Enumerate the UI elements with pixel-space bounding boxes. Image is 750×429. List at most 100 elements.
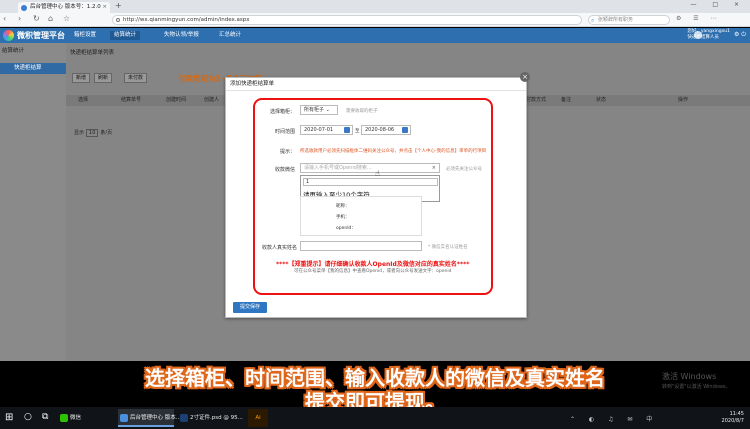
menu-settlement-stats[interactable]: 结算统计 [110, 31, 141, 40]
lock-icon [116, 18, 120, 22]
taskbar-item-illustrator[interactable]: Ai [248, 409, 268, 427]
column-header: 备注 [561, 97, 572, 103]
realname-label: 收款人真实姓名 [261, 245, 297, 251]
tab-close-icon[interactable]: × [102, 2, 107, 13]
column-header: 创建人 [204, 97, 220, 103]
payee-info-panel: 昵称： 手机： openId： [300, 196, 422, 236]
column-header: 选择 [78, 97, 89, 103]
start-date-value: 2020-07-01 [304, 127, 334, 133]
payee-label: 收款微信 [274, 167, 295, 173]
new-tab-button[interactable]: + [115, 1, 122, 10]
user-info: 您好，yangxingxu1 快递柜结算人员 [687, 29, 730, 41]
menu-summary-stats[interactable]: 汇总统计 [215, 31, 245, 40]
watermark-line-1: 激活 Windows [662, 372, 717, 381]
browser-tab-bar: 后台管理中心 版本号：1.2.0 × + — □ × [0, 0, 750, 13]
start-date-input[interactable]: 2020-07-01 [300, 125, 353, 135]
taskbar: ⊞ ○ ⧉ 微信 后台管理中心 版本... 2寸证件.psd @ 95... A… [0, 407, 750, 429]
browser-toolbar: ‹ › ↻ ⌂ ☆ http://wx.qianmingyun.com/admi… [0, 13, 750, 27]
cabinet-label: 选择箱柜： [269, 109, 295, 115]
taskbar-item-label: 后台管理中心 版本... [130, 415, 181, 421]
openid-hint: 可在公众号菜单【我的信息】中查看Openid，或者向公众号发送文字：openid [294, 269, 452, 274]
system-tray-icons[interactable]: ⌃ ◐ ♫ ✉ 中 [570, 414, 658, 423]
clock-date: 2020/8/7 [721, 418, 744, 424]
chevron-down-icon: ⌄ [325, 107, 330, 113]
header-icons[interactable]: ⚙ ⏻ [734, 31, 746, 39]
end-date-input[interactable]: 2020-08-06 [361, 125, 411, 135]
taskbar-item-wechat[interactable]: 微信 [58, 409, 114, 427]
photoshop-icon [180, 414, 188, 422]
chevron-left-icon[interactable]: ‹ [3, 14, 6, 23]
system-clock[interactable]: 11:45 2020/8/7 [722, 411, 744, 425]
logo-icon [3, 30, 14, 41]
wechat-icon [60, 414, 68, 422]
column-header: 创建时间 [166, 97, 187, 103]
sidebar-item-express-settlement[interactable]: 快递柜结算 [0, 63, 66, 74]
taskbar-item-photoshop[interactable]: 2寸证件.psd @ 95... [178, 409, 244, 427]
date-separator: 至 [355, 129, 360, 134]
browser-search-input[interactable]: ⌕ 张颖辞所有职务 [588, 15, 670, 25]
search-icon[interactable]: ○ [24, 412, 32, 422]
end-date-value: 2020-08-06 [365, 127, 395, 133]
chevron-right-icon[interactable]: › [18, 14, 21, 23]
taskbar-item-browser[interactable]: 后台管理中心 版本... [118, 409, 181, 427]
window-controls[interactable]: — □ × [690, 1, 746, 8]
payee-search-select[interactable]: 请输入手机号或Openid搜索... × [300, 163, 440, 173]
taskbar-item-label: 微信 [70, 415, 82, 421]
address-bar[interactable]: http://wx.qianmingyun.com/admin/index.as… [112, 15, 582, 25]
nickname-label: 昵称： [336, 204, 350, 209]
submit-button[interactable]: 提交保存 [233, 302, 267, 313]
openid-label: openId： [336, 226, 356, 231]
realname-input[interactable] [300, 241, 422, 251]
search-placeholder: 张颖辞所有职务 [598, 17, 634, 23]
pager-prefix: 显示 [74, 130, 85, 136]
home-icon[interactable]: ⌂ [48, 14, 53, 23]
page-size-select[interactable]: 10 [86, 129, 99, 137]
task-view-icon[interactable]: ⧉ [42, 412, 48, 422]
app-header: 微积管理平台 箱柜设置 结算统计 失物认领/举报 汇总统计 您好，yangxin… [0, 28, 750, 43]
user-role: 快递柜结算人员 [687, 35, 719, 40]
windows-start-icon[interactable]: ⊞ [5, 412, 13, 423]
breadcrumb: 快递柜结算单列表 [70, 50, 115, 56]
column-header: 付款方式 [526, 97, 547, 103]
brand-name: 微积管理平台 [17, 31, 65, 40]
close-icon[interactable]: × [520, 72, 530, 82]
mouse-cursor-icon: ☝ [375, 169, 380, 178]
calendar-icon[interactable] [344, 127, 350, 133]
calendar-icon[interactable] [402, 127, 408, 133]
watermark-line-2: 转到"设置"以激活 Windows。 [662, 384, 731, 390]
taskbar-item-label: 2寸证件.psd @ 95... [190, 415, 243, 421]
menu-lost-found[interactable]: 失物认领/举报 [160, 31, 203, 40]
payee-placeholder: 请输入手机号或Openid搜索... [304, 165, 372, 171]
phone-label: 手机： [336, 215, 350, 220]
tab-title: 后台管理中心 版本号：1.2.0 [30, 4, 101, 10]
cabinet-select-value: 所有柜子 [304, 107, 325, 113]
sidebar-title: 结算统计 [2, 48, 25, 54]
time-range-label: 时间范围 [274, 129, 295, 135]
dropdown-search-input[interactable]: 1 [303, 178, 438, 186]
refresh-button[interactable]: 刷新 [94, 73, 113, 83]
tip-text: 所选收款用户必须先扫描框体二维码关注公众号，并点击【个人中心-我的信息】审单的行… [300, 149, 487, 154]
payee-hint: 必须先关注公众号 [446, 167, 482, 172]
site-favicon-icon [21, 5, 27, 11]
search-icon: ⌕ [591, 17, 595, 24]
star-icon[interactable]: ☆ [63, 14, 70, 23]
realname-hint: * 微信实名认证姓名 [428, 245, 468, 250]
dialog-title: 添加快递柜结算单 [226, 78, 526, 91]
column-header: 操作 [678, 97, 689, 103]
clock-time: 11:45 [729, 411, 744, 417]
refresh-icon[interactable]: ↻ [33, 14, 40, 23]
sidebar: 结算统计 快递柜结算 [0, 43, 66, 361]
address-text: http://wx.qianmingyun.com/admin/index.as… [123, 17, 250, 23]
warning-text: ****【郑重提示】请仔细确认收款人OpenId及微信对应的真实姓名**** [276, 261, 470, 268]
menu-cabinet-settings[interactable]: 箱柜设置 [70, 31, 100, 40]
add-button[interactable]: 新增 [72, 73, 91, 83]
cabinet-hint: 需要收取的柜子 [346, 109, 378, 114]
cabinet-select[interactable]: 所有柜子 ⌄ [300, 105, 338, 115]
pagination: 显示 10 条/页 [74, 129, 112, 137]
clear-icon[interactable]: × [432, 164, 436, 172]
browser-tab[interactable]: 后台管理中心 版本号：1.2.0 × [18, 2, 110, 13]
unpaid-filter-select[interactable]: 未付款 [124, 73, 148, 83]
tip-label: 提示： [279, 149, 295, 155]
toolbar-icons[interactable]: ⚙ ☰ ⋯ [676, 15, 722, 22]
column-header: 结算单号 [121, 97, 142, 103]
